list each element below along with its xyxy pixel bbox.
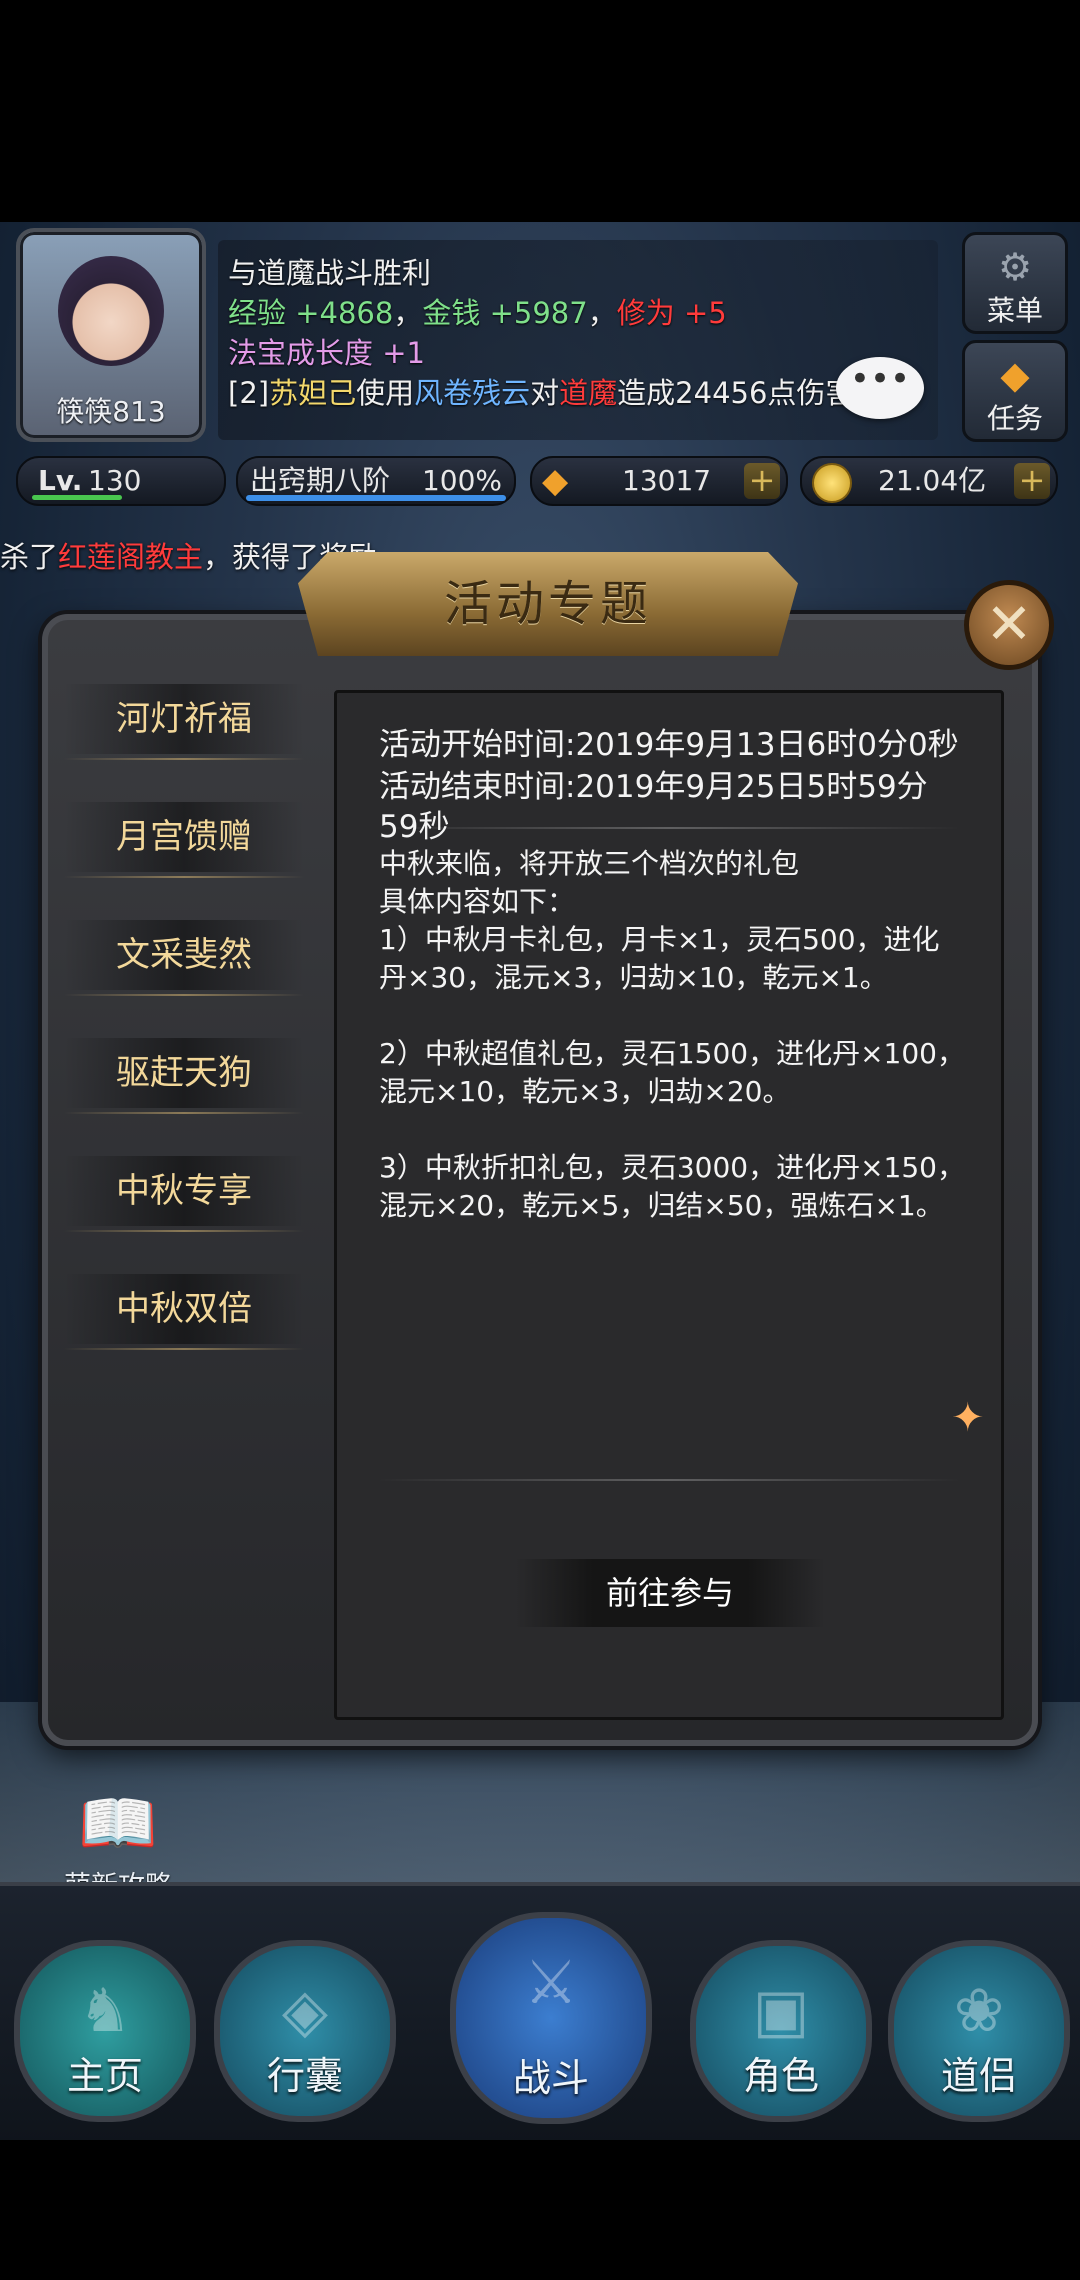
- dialog-title: 活动专题: [298, 552, 798, 656]
- stage-progress-fill: [246, 495, 506, 501]
- nav-label: 角色: [742, 2054, 819, 2098]
- level-bar: Lv. 130: [16, 456, 226, 506]
- nav-character[interactable]: ▣ 角色: [690, 1940, 872, 2122]
- avatar-portrait: [58, 256, 164, 366]
- log-to: 对: [530, 376, 560, 410]
- activity-content-panel: 活动开始时间:2019年9月13日6时0分0秒 活动结束时间:2019年9月25…: [334, 690, 1004, 1720]
- log-actor: 苏妲己: [269, 376, 357, 410]
- ticker-prefix: 杀了: [0, 540, 59, 574]
- diamond-icon: ◆: [1000, 353, 1030, 397]
- nav-label: 主页: [66, 2054, 143, 2098]
- tab-label: 驱赶天狗: [116, 1053, 252, 1093]
- stage-bar: 出窍期八阶 100%: [236, 456, 516, 506]
- participate-button[interactable]: 前往参与: [515, 1559, 825, 1627]
- separator: ，: [393, 296, 423, 330]
- home-icon: ♞: [78, 1976, 132, 2046]
- cultivation-value: +5: [683, 296, 727, 330]
- log-line-3: 法宝成长度 +1: [228, 330, 425, 372]
- log-channel: [2]: [228, 376, 270, 410]
- ticker-name: 红莲阁教主: [58, 540, 204, 574]
- exp-value: +4868: [295, 296, 394, 330]
- nav-label: 道侣: [940, 2054, 1017, 2098]
- tab-5[interactable]: 中秋专享: [64, 1156, 304, 1232]
- tab-1[interactable]: 河灯祈福: [64, 684, 304, 760]
- gold-count: 21.04亿: [878, 464, 987, 497]
- coin-icon: [812, 463, 852, 503]
- chat-bubble-button[interactable]: •••: [836, 357, 924, 419]
- intro-line-1: 中秋来临，将开放三个档次的礼包: [379, 847, 800, 880]
- separator: ，: [587, 296, 617, 330]
- game-screen: 筷筷813 与道魔战斗胜利 经验 +4868，金钱 +5987，修为 +5 法宝…: [0, 222, 1080, 2140]
- nav-label: 战斗: [512, 2056, 589, 2100]
- end-time: 活动结束时间:2019年9月25日5时59分59秒: [379, 769, 928, 845]
- chest-icon: ▣: [752, 1976, 810, 2046]
- gem-icon: ◆: [542, 461, 569, 501]
- tab-label: 中秋双倍: [116, 1289, 252, 1329]
- gold-label: 金钱: [422, 296, 481, 330]
- player-avatar[interactable]: 筷筷813: [16, 228, 206, 442]
- add-gold-button[interactable]: +: [1014, 463, 1050, 499]
- nav-bag[interactable]: ◈ 行囊: [214, 1940, 396, 2122]
- close-button[interactable]: ✕: [964, 580, 1054, 670]
- divider: [377, 1479, 961, 1481]
- close-icon: ✕: [985, 592, 1033, 657]
- log-result: 造成24456点伤害: [617, 376, 855, 410]
- log-target: 道魔: [559, 376, 618, 410]
- tab-label: 月宫馈赠: [116, 817, 252, 857]
- nav-label: 行囊: [266, 2054, 343, 2098]
- treasure-growth-label: 法宝成长度: [228, 336, 374, 370]
- bag-icon: ◈: [281, 1976, 329, 2046]
- add-gems-button[interactable]: +: [744, 463, 780, 499]
- tab-6[interactable]: 中秋双倍: [64, 1274, 304, 1350]
- task-label: 任务: [986, 402, 1043, 435]
- tab-3[interactable]: 文采斐然: [64, 920, 304, 996]
- menu-label: 菜单: [986, 294, 1043, 327]
- start-time: 活动开始时间:2019年9月13日6时0分0秒: [379, 727, 959, 763]
- nav-companion[interactable]: ❀ 道侣: [888, 1940, 1070, 2122]
- gem-count: 13017: [622, 464, 712, 497]
- sparkle-icon: ✦: [951, 1395, 985, 1441]
- tab-2[interactable]: 月宫馈赠: [64, 802, 304, 878]
- gift-item-1: 1）中秋月卡礼包，月卡×1，灵石500，进化丹×30，混元×3，归劫×10，乾元…: [379, 923, 940, 994]
- tab-label: 河灯祈福: [116, 699, 252, 739]
- gem-bar: ◆ 13017 +: [530, 456, 788, 506]
- nav-home[interactable]: ♞ 主页: [14, 1940, 196, 2122]
- gear-icon: ⚙: [997, 245, 1033, 289]
- exp-label: 经验: [228, 296, 287, 330]
- log-line-1: 与道魔战斗胜利: [228, 256, 432, 290]
- log-skill: 风卷残云: [414, 376, 531, 410]
- tab-label: 中秋专享: [116, 1171, 252, 1211]
- dragon-icon: ❀: [953, 1976, 1005, 2046]
- intro-line-2: 具体内容如下：: [379, 885, 576, 918]
- gift-item-2: 2）中秋超值礼包，灵石1500，进化丹×100，混元×10，乾元×3，归劫×20…: [379, 1037, 965, 1108]
- log-line-4: [2]苏妲己使用风卷残云对道魔造成24456点伤害: [228, 370, 854, 412]
- gold-bar: 21.04亿 +: [800, 456, 1058, 506]
- tab-4[interactable]: 驱赶天狗: [64, 1038, 304, 1114]
- gift-item-3: 3）中秋折扣礼包，灵石3000，进化丹×150，混元×20，乾元×5，归结×50…: [379, 1151, 965, 1222]
- player-name: 筷筷813: [56, 395, 166, 428]
- battle-log: 与道魔战斗胜利 经验 +4868，金钱 +5987，修为 +5 法宝成长度 +1…: [218, 240, 938, 440]
- menu-button[interactable]: ⚙ 菜单: [962, 232, 1068, 334]
- level-progress: [32, 495, 122, 500]
- tab-label: 文采斐然: [116, 935, 252, 975]
- treasure-growth-value: +1: [382, 336, 425, 370]
- divider: [377, 827, 961, 829]
- log-verb: 使用: [356, 376, 415, 410]
- book-icon: 📖: [78, 1787, 158, 1861]
- task-button[interactable]: ◆ 任务: [962, 340, 1068, 442]
- log-line-2: 经验 +4868，金钱 +5987，修为 +5: [228, 290, 727, 332]
- gold-value: +5987: [489, 296, 588, 330]
- cultivation-label: 修为: [616, 296, 675, 330]
- nav-battle[interactable]: ⚔ 战斗: [450, 1912, 652, 2124]
- sword-icon: ⚔: [524, 1948, 578, 2018]
